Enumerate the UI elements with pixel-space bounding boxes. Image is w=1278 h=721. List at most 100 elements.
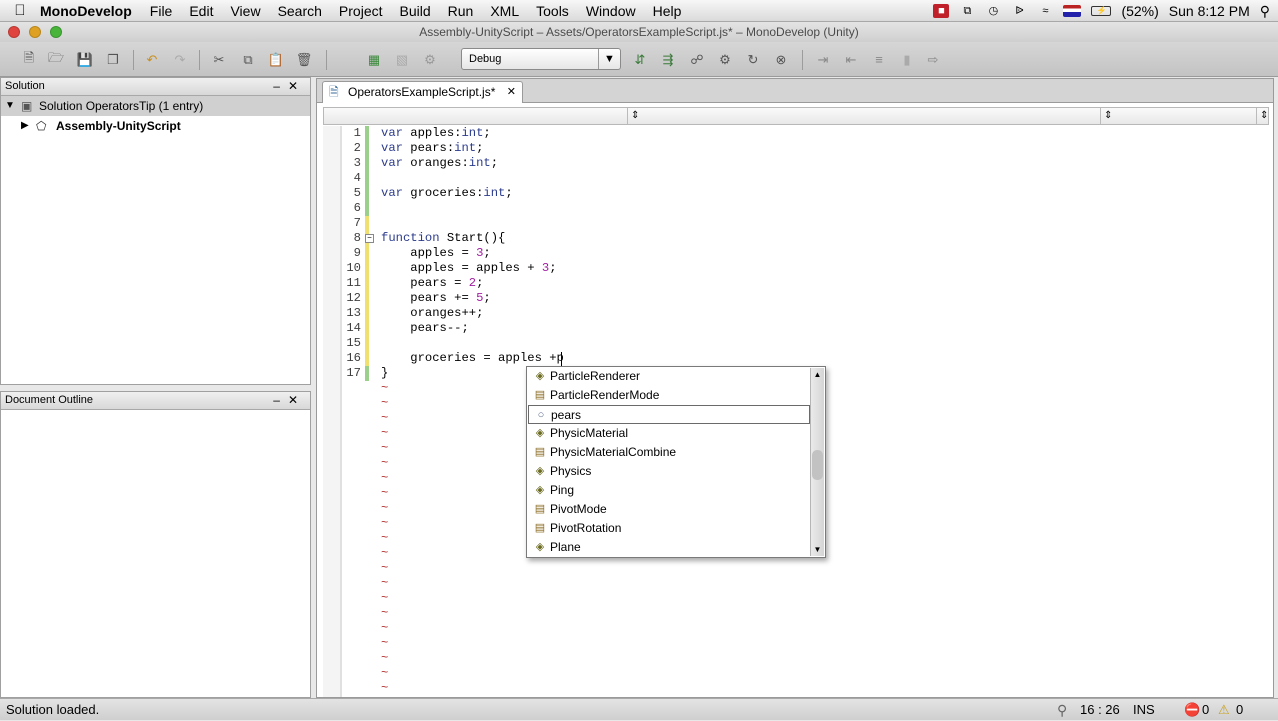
line-number: 7 [353, 216, 361, 230]
navigate-icon[interactable]: ⇨ [924, 51, 942, 68]
minimize-pad-icon[interactable]: – [273, 79, 288, 93]
menu-view[interactable]: View [230, 3, 260, 19]
zoom-window-button[interactable] [50, 26, 62, 38]
fold-collapse-icon[interactable]: − [365, 234, 374, 243]
enum-icon: ▤ [534, 389, 546, 401]
status-bar: Solution loaded. ⚲ 16 : 26 INS ⛔ 0 ⚠ 0 [0, 698, 1278, 720]
copy-icon[interactable]: ⧉ [239, 51, 257, 68]
scroll-up-icon[interactable]: ▲ [811, 368, 824, 381]
redo-icon[interactable]: ↷ [171, 51, 189, 68]
cut-icon[interactable]: ✂ [210, 51, 228, 68]
editor-tab-bar: 🗎 OperatorsExampleScript.js* ✕ [317, 79, 1273, 103]
menu-run[interactable]: Run [448, 3, 474, 19]
recording-icon[interactable]: ■ [933, 4, 950, 18]
close-pad-icon[interactable]: ✕ [288, 79, 306, 93]
open-file-icon[interactable]: 🗁 [47, 50, 65, 68]
minimize-window-button[interactable] [29, 26, 41, 38]
stop-icon[interactable]: ⊗ [772, 51, 790, 68]
collapsed-arrow-icon[interactable]: ▶ [21, 116, 29, 136]
project-node[interactable]: ▶ ⬠ Assembly-UnityScript [1, 116, 310, 136]
member-dropdown-icon[interactable]: ⇕ [1100, 108, 1112, 124]
clock[interactable]: Sun 8:12 PM [1169, 3, 1250, 19]
completion-item[interactable]: ▤ PhysicMaterialCombine [528, 443, 810, 462]
spotlight-search-icon[interactable]: ⚲ [1260, 3, 1270, 20]
field-icon: ○ [537, 409, 545, 421]
completion-item[interactable]: ◈ PhysicMaterial [528, 424, 810, 443]
error-icon[interactable]: ⛔ [1184, 699, 1200, 721]
solution-node[interactable]: ▼ ▣ Solution OperatorsTip (1 entry) [1, 96, 310, 116]
new-file-icon[interactable]: 🗎 [20, 50, 38, 68]
apple-menu-icon[interactable]:  [0, 2, 40, 19]
error-count[interactable]: 0 [1202, 699, 1209, 721]
configuration-select[interactable]: Debug ▼ [461, 48, 621, 70]
type-dropdown-icon[interactable]: ⇕ [627, 108, 639, 124]
completion-item[interactable]: ◈ Ping [528, 481, 810, 500]
refresh-icon[interactable]: ↻ [744, 51, 762, 68]
time-machine-icon[interactable]: ◷ [985, 4, 1001, 18]
minimize-pad-icon[interactable]: – [273, 393, 288, 407]
paste-icon[interactable]: 📋 [267, 51, 285, 68]
unindent-icon[interactable]: ⇤ [842, 51, 860, 68]
attach-icon[interactable]: ☍ [688, 51, 706, 68]
empty-line-marker: ~ [381, 681, 389, 695]
completion-item-label: Plane [550, 540, 581, 554]
completion-item[interactable]: ◈ Physics [528, 462, 810, 481]
rebuild-icon[interactable]: ▧ [393, 51, 411, 68]
indent-icon[interactable]: ⇥ [814, 51, 832, 68]
scroll-down-icon[interactable]: ▼ [811, 543, 824, 556]
close-window-button[interactable] [8, 26, 20, 38]
code-line: } [381, 366, 388, 381]
menu-edit[interactable]: Edit [189, 3, 213, 19]
debug-icon[interactable]: ⚙ [716, 51, 734, 68]
code-keyword: int [461, 126, 484, 140]
app-menu[interactable]: MonoDevelop [40, 3, 132, 19]
battery-icon[interactable]: ⚡ [1091, 6, 1112, 16]
close-pad-icon[interactable]: ✕ [288, 393, 306, 407]
build-icon[interactable]: ▦ [365, 51, 383, 68]
empty-line-marker: ~ [381, 591, 389, 605]
undo-icon[interactable]: ↶ [143, 51, 161, 68]
warning-count[interactable]: 0 [1236, 699, 1243, 721]
close-tab-icon[interactable]: ✕ [507, 82, 516, 103]
completion-item[interactable]: ▤ PivotMode [528, 500, 810, 519]
bookmark-icon[interactable]: ▮ [898, 51, 916, 68]
save-all-icon[interactable]: ❐ [104, 51, 122, 68]
save-icon[interactable]: 💾 [76, 51, 94, 68]
delete-icon[interactable]: 🗑 [295, 51, 313, 68]
wifi-icon[interactable]: ≈ [1037, 4, 1053, 18]
step-over-icon[interactable]: ⇵ [631, 51, 649, 68]
empty-line-marker: ~ [381, 636, 389, 650]
completion-item-selected[interactable]: ○ pears [528, 405, 810, 424]
window-status-icon[interactable]: ⧉ [959, 4, 975, 18]
cursor-position: 16 : 26 [1080, 702, 1120, 717]
solution-icon: ▣ [21, 99, 33, 113]
warning-icon[interactable]: ⚠ [1218, 699, 1230, 721]
scroll-thumb[interactable] [812, 450, 823, 480]
menu-window[interactable]: Window [586, 3, 636, 19]
menu-search[interactable]: Search [278, 3, 322, 19]
completion-scrollbar[interactable]: ▲ ▼ [810, 368, 824, 556]
code-line: apples = apples + 3; [381, 261, 556, 276]
menu-tools[interactable]: Tools [536, 3, 569, 19]
bluetooth-icon[interactable]: ᐉ [1011, 4, 1027, 18]
step-into-icon[interactable]: ⇶ [659, 51, 677, 68]
menu-xml[interactable]: XML [490, 3, 519, 19]
tab-operators-script[interactable]: 🗎 OperatorsExampleScript.js* ✕ [322, 81, 523, 103]
completion-item[interactable]: ▤ PivotRotation [528, 519, 810, 538]
us-flag-icon[interactable] [1063, 5, 1082, 17]
expanded-arrow-icon[interactable]: ▼ [5, 96, 15, 116]
battery-percent[interactable]: (52%) [1121, 3, 1158, 19]
completion-item[interactable]: ◈ ParticleRenderer [528, 367, 810, 386]
menu-build[interactable]: Build [400, 3, 431, 19]
run-icon[interactable]: ⚙ [421, 51, 439, 68]
menu-project[interactable]: Project [339, 3, 383, 19]
completion-list-popup[interactable]: ◈ ParticleRenderer ▤ ParticleRenderMode ○ pea… [526, 366, 826, 558]
split-dropdown-icon[interactable]: ⇕ [1256, 108, 1268, 124]
toggle-comment-icon[interactable]: ≡ [870, 51, 888, 68]
completion-item[interactable]: ◈ Plane [528, 538, 810, 557]
menu-help[interactable]: Help [653, 3, 682, 19]
build-status-icon[interactable]: ⚲ [1057, 699, 1067, 721]
completion-item[interactable]: ▤ ParticleRenderMode [528, 386, 810, 405]
empty-line-marker: ~ [381, 516, 389, 530]
menu-file[interactable]: File [150, 3, 173, 19]
